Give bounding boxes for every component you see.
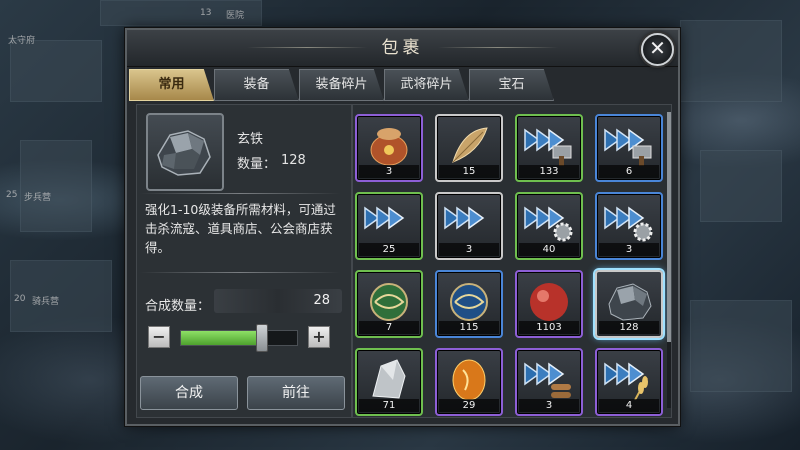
item-count: 25 — [359, 243, 419, 256]
inventory-slot[interactable]: 115 — [435, 270, 503, 338]
increase-button[interactable]: + — [308, 326, 330, 348]
arrow-gear-icon — [604, 206, 653, 242]
inventory-slot[interactable]: 15 — [435, 114, 503, 182]
item-count: 3 — [599, 243, 659, 256]
tab-common[interactable]: 常用 — [129, 69, 214, 101]
item-count: 15 — [439, 165, 499, 178]
item-count: 3 — [519, 399, 579, 412]
window-title: 包裹 — [381, 38, 424, 58]
map-label: 骑兵营 — [32, 297, 60, 307]
leaf-icon — [452, 127, 488, 163]
divider — [140, 193, 340, 194]
item-count: 1103 — [519, 321, 579, 334]
map-label: 医院 — [226, 11, 245, 21]
grid-scroll-thumb[interactable] — [667, 112, 671, 342]
tab-equipment-fragments[interactable]: 装备碎片 — [299, 69, 384, 101]
inventory-slot[interactable]: 3 — [435, 192, 503, 260]
map-label: 20 — [14, 294, 26, 304]
inventory-slot[interactable]: 40 — [515, 192, 583, 260]
divider — [140, 272, 340, 273]
map-label: 步兵营 — [24, 193, 52, 203]
silver-ore-icon — [372, 359, 406, 399]
inventory-slot[interactable]: 71 — [355, 348, 423, 416]
inventory-slot[interactable]: 1103 — [515, 270, 583, 338]
item-count: 3 — [359, 165, 419, 178]
inventory-slot[interactable]: 7 — [355, 270, 423, 338]
arrow-hammer-icon — [524, 128, 572, 166]
decrease-button[interactable]: − — [148, 326, 170, 348]
amber-stone-icon — [452, 359, 486, 400]
arrow-wheat-icon — [604, 362, 648, 400]
blue-orb-icon — [450, 283, 488, 321]
tab-general-fragments[interactable]: 武将碎片 — [384, 69, 469, 101]
map-label: 25 — [6, 190, 18, 200]
inventory-slot[interactable]: 3 — [595, 192, 663, 260]
xuantie-ore-icon — [608, 283, 652, 321]
item-count: 7 — [359, 321, 419, 334]
map-label: 13 — [200, 8, 212, 18]
quantity-slider-fill — [181, 331, 261, 345]
item-count: 115 — [439, 321, 499, 334]
inventory-slot[interactable]: 3 — [355, 114, 423, 182]
inventory-slot[interactable]: 4 — [595, 348, 663, 416]
quantity-slider-handle[interactable] — [256, 324, 268, 352]
arrow-icon — [364, 206, 405, 230]
item-description: 强化1-10级装备所需材料，可通过击杀流寇、道具商店、公会商店获得。 — [145, 202, 336, 255]
tab-gems[interactable]: 宝石 — [469, 69, 554, 101]
inventory-slot[interactable]: 133 — [515, 114, 583, 182]
compose-button[interactable]: 合成 — [140, 376, 238, 410]
compose-quantity-value: 28 — [313, 293, 330, 308]
money-bag-icon — [370, 128, 408, 166]
item-name: 玄铁 — [237, 132, 264, 147]
arrow-gear-icon — [524, 206, 573, 242]
title-bar: 包裹 — [127, 30, 678, 67]
item-count: 133 — [519, 165, 579, 178]
red-orb-icon — [530, 283, 568, 321]
close-icon: ✕ — [649, 36, 666, 60]
tab-equipment[interactable]: 装备 — [214, 69, 299, 101]
compose-quantity-label: 合成数量： — [145, 299, 211, 314]
arrow-wood-icon — [524, 362, 571, 398]
item-count: 29 — [439, 399, 499, 412]
item-count: 3 — [439, 243, 499, 256]
goto-button[interactable]: 前往 — [247, 376, 345, 410]
item-count: 71 — [359, 399, 419, 412]
xuantie-ore-icon — [157, 130, 211, 176]
arrow-hammer-icon — [604, 128, 652, 166]
item-count: 6 — [599, 165, 659, 178]
inventory-slot[interactable]: 3 — [515, 348, 583, 416]
green-orb-icon — [370, 283, 408, 321]
close-button[interactable]: ✕ — [641, 33, 674, 66]
inventory-slot[interactable]: 29 — [435, 348, 503, 416]
inventory-slot[interactable]: 128 — [595, 270, 663, 338]
inventory-slot[interactable]: 6 — [595, 114, 663, 182]
map-label: 太守府 — [8, 36, 36, 46]
arrow-icon — [444, 206, 485, 230]
inventory-slot[interactable]: 25 — [355, 192, 423, 260]
item-count: 40 — [519, 243, 579, 256]
item-quantity-value: 128 — [281, 153, 306, 168]
item-count: 128 — [599, 321, 659, 334]
item-count: 4 — [599, 399, 659, 412]
selected-item-icon-frame — [146, 113, 224, 191]
item-quantity-label: 数量： — [237, 157, 277, 172]
